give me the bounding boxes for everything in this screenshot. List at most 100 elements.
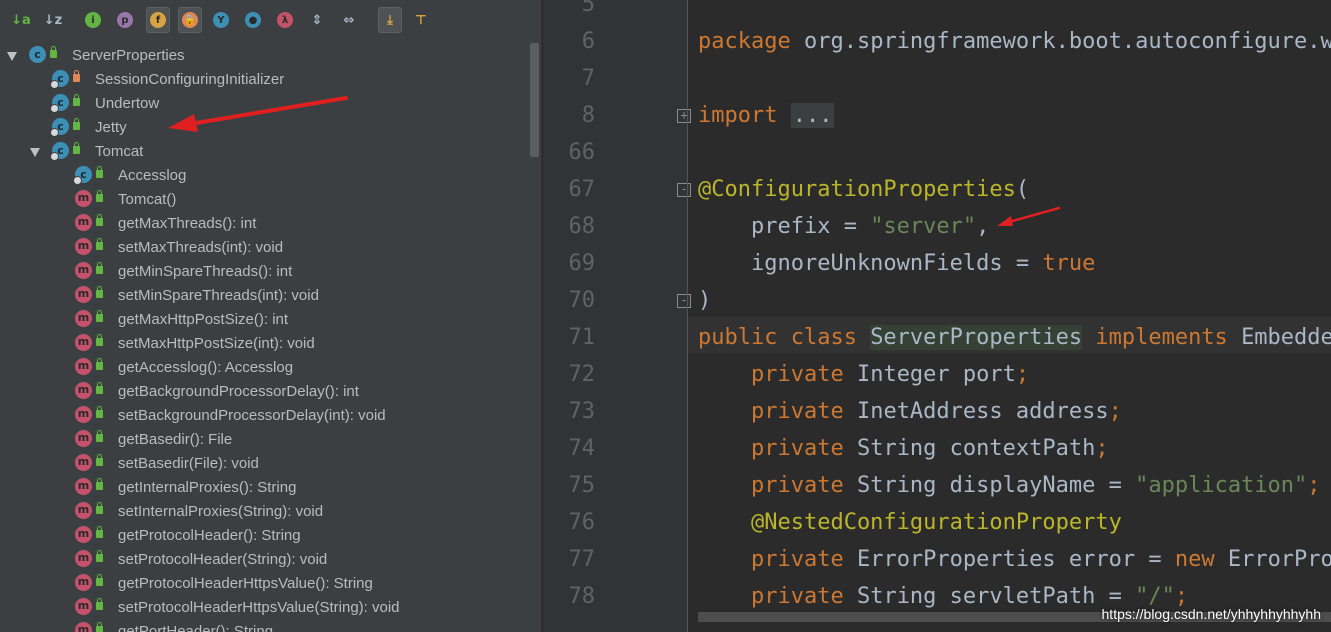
code-token: org.springframework.boot.autoconfigure.w… [803,29,1331,54]
tree-node[interactable]: m getBackgroundProcessorDelay(): int [0,379,528,403]
public-lock-icon [96,454,103,466]
public-lock-icon [96,550,103,562]
tree-node-label: getAccesslog(): Accesslog [118,359,294,376]
public-lock-icon [96,382,103,394]
show-non-public-icon[interactable]: 🔒 [178,7,202,33]
code-token: private [698,584,857,609]
editor-gutter: 5 6 7 8 +66 67-68 69 70-71 72 73 74 75 76 77 78 [543,0,691,632]
code-editor[interactable]: 5 6 7 8 +66 67-68 69 70-71 72 73 74 75 76 77 78 packag… [543,0,1331,632]
tree-node-label: setInternalProxies(String): void [118,503,324,520]
code-token: @NestedConfigurationProperty [698,510,1122,535]
code-token: ; [1015,362,1030,387]
collapse-arrow-icon[interactable] [30,148,40,157]
fold-collapse-icon[interactable]: - [677,294,691,308]
public-lock-icon [73,142,80,154]
code-line: private String contextPath; [698,436,1109,461]
collapse-all-icon[interactable]: ⇔ [338,8,360,32]
fold-collapse-icon[interactable]: - [677,183,691,197]
method-icon: m [75,478,92,495]
public-lock-icon [96,502,103,514]
class-icon: c [50,118,69,137]
tree-node-label: getMaxThreads(): int [118,215,257,232]
code-token: ) [698,288,712,313]
autoscroll-to-source-icon[interactable]: ⤓ [378,7,402,33]
tree-node[interactable]: m getBasedir(): File [0,427,528,451]
tree-node[interactable]: m setMaxHttpPostSize(int): void [0,331,528,355]
tree-node[interactable]: m getMaxThreads(): int [0,211,528,235]
class-icon: c [73,166,92,185]
tree-node-label: setMaxThreads(int): void [118,239,284,256]
code-line: ) [698,288,711,313]
tree-node-label: setMaxHttpPostSize(int): void [118,335,315,352]
tree-node-label: Accesslog [118,167,187,184]
tree-node[interactable]: m setMaxThreads(int): void [0,235,528,259]
collapse-all-glyph: ⇔ [343,12,355,28]
tree-node[interactable]: m getMaxHttpPostSize(): int [0,307,528,331]
method-icon: m [75,262,92,279]
show-anonymous-icon[interactable]: Y [210,8,232,32]
code-token: ; [1108,399,1122,424]
tree-node[interactable]: m getInternalProxies(): String [0,475,528,499]
public-lock-icon [96,214,103,226]
tree-node-label: Tomcat() [118,191,177,208]
show-properties-icon[interactable]: p [114,8,136,32]
code-token: private [698,547,857,572]
public-lock-icon [96,334,103,346]
line-number: 74 [568,436,596,461]
code-token: InetAddress address [856,399,1109,424]
annotation-arrow-jetty [168,96,348,132]
fold-expand-icon[interactable]: + [677,109,691,123]
sort-alphabetically-icon[interactable]: ↓z [42,8,64,32]
tree-node-label: setProtocolHeaderHttpsValue(String): voi… [118,599,400,616]
method-icon: m [75,598,92,615]
public-lock-icon [96,574,103,586]
line-number: 77 [568,547,596,572]
autoscroll-from-source-icon[interactable]: ⊤ [410,8,432,32]
tree-node[interactable]: m setProtocolHeaderHttpsValue(String): vo… [0,595,528,619]
code-token: new [1174,547,1228,572]
sort-by-type-icon[interactable]: ↓a [10,8,32,32]
tree-node-label: setBasedir(File): void [118,455,259,472]
tree-node[interactable]: m getProtocolHeaderHttpsValue(): String [0,571,528,595]
code-token: ... [790,103,835,128]
public-lock-icon [96,358,103,370]
tree-node[interactable]: c Accesslog [0,163,528,187]
show-inherited-icon[interactable]: i [82,8,104,32]
line-number: 75 [568,473,596,498]
tree-node[interactable]: m setBasedir(File): void [0,451,528,475]
tree-node-label: ServerProperties [72,47,185,64]
tree-node[interactable]: m Tomcat() [0,187,528,211]
show-inner-classes-icon[interactable]: ● [242,8,264,32]
class-icon: c [29,46,46,63]
code-token: ignoreUnknownFields = [698,251,1043,276]
show-fields-icon[interactable]: f [146,7,170,33]
method-icon: m [75,574,92,591]
collapse-arrow-icon[interactable] [7,52,17,61]
tree-node[interactable]: m getProtocolHeader(): String [0,523,528,547]
tree-node[interactable]: m setProtocolHeader(String): void [0,547,528,571]
structure-panel: ↓a ↓z i p f 🔒 Y ● λ ⇕ ⇔ ⤓ ⊤ c ServerProperties c Sessio… [0,0,541,632]
tree-node[interactable]: m getMinSpareThreads(): int [0,259,528,283]
code-line: ignoreUnknownFields = true [698,251,1095,276]
line-number: 67 [568,177,596,202]
method-icon: m [75,430,92,447]
tree-scrollbar[interactable] [530,43,539,157]
tree-node[interactable]: m setBackgroundProcessorDelay(int): void [0,403,528,427]
class-icon: c [50,142,69,161]
tree-node[interactable]: m setInternalProxies(String): void [0,499,528,523]
tree-node[interactable]: c ServerProperties [0,43,528,67]
public-lock-icon [73,118,80,130]
tree-node[interactable]: c SessionConfiguringInitializer [0,67,528,91]
code-line: private String displayName = "applicatio… [698,473,1321,498]
tree-node[interactable]: c Tomcat [0,139,528,163]
show-lambdas-icon[interactable]: λ [274,8,296,32]
tree-node[interactable]: m setMinSpareThreads(int): void [0,283,528,307]
public-lock-icon [96,190,103,202]
code-token: ErrorProperties error = [856,547,1175,572]
tree-node[interactable]: m getAccesslog(): Accesslog [0,355,528,379]
code-token: private [698,473,857,498]
tree-node[interactable]: m getPortHeader(): String [0,619,528,632]
code-token: private [698,399,857,424]
line-number: 68 [568,214,596,239]
expand-all-icon[interactable]: ⇕ [306,8,328,32]
